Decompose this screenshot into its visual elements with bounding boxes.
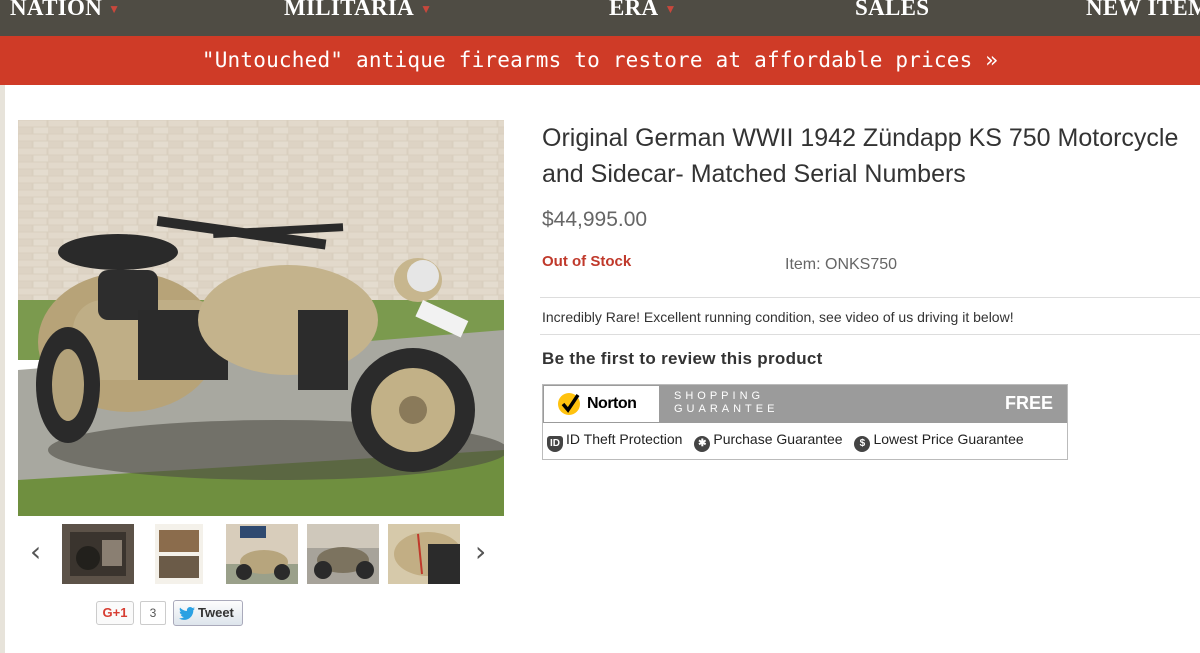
norton-feature-purchase: ✱ Purchase Guarantee <box>694 431 843 452</box>
promo-text: "Untouched" antique firearms to restore … <box>201 48 999 72</box>
caret-down-icon: ▼ <box>420 2 433 17</box>
norton-check-icon <box>558 393 580 415</box>
product-price: $44,995.00 <box>542 208 648 231</box>
stock-status: Out of Stock <box>542 253 632 270</box>
nav-item-new-items[interactable]: NEW ITEMS <box>1086 0 1200 21</box>
short-description: Incredibly Rare! Excellent running condi… <box>542 309 1014 325</box>
promo-banner[interactable]: "Untouched" antique firearms to restore … <box>0 36 1200 85</box>
caret-down-icon: ▼ <box>664 2 677 17</box>
google-plus-count: 3 <box>140 601 166 625</box>
google-plus-button[interactable]: G+1 <box>96 601 134 625</box>
nav-item-sales[interactable]: SALES <box>855 0 929 21</box>
item-number: Item: ONKS750 <box>785 256 898 273</box>
gallery-thumbnail[interactable] <box>307 524 379 584</box>
gallery-thumbnail[interactable] <box>226 524 298 584</box>
nav-item-nation[interactable]: NATION ▼ <box>10 0 120 21</box>
gear-icon: ✱ <box>694 436 711 452</box>
norton-feature-id-theft: ID ID Theft Protection <box>547 431 682 452</box>
product-title: Original German WWII 1942 Zündapp KS 750… <box>542 124 1179 188</box>
divider <box>540 297 1200 298</box>
norton-header-bar: Norton SHOPPING GUARANTEE FREE <box>543 385 1067 423</box>
caret-down-icon: ▼ <box>108 2 121 17</box>
gallery-thumbnail[interactable] <box>388 524 460 584</box>
twitter-bird-icon <box>179 607 195 620</box>
shield-icon: ID <box>547 436 563 452</box>
tweet-label: Tweet <box>198 605 234 620</box>
norton-free-label: FREE <box>1004 393 1053 413</box>
norton-logo: Norton <box>544 386 659 422</box>
product-main-image[interactable] <box>18 120 504 516</box>
top-navigation: NATION▼ MILITARIA▼ ERA▼ SALES NEW ITEMS <box>0 0 1200 36</box>
review-link[interactable]: Be the first to review this product <box>542 349 823 369</box>
gallery-thumbnail[interactable] <box>62 524 134 584</box>
dollar-icon: $ <box>854 436 871 452</box>
tweet-button[interactable]: Tweet <box>173 600 243 626</box>
gallery-next-arrow[interactable]: › <box>475 538 486 566</box>
nav-item-era[interactable]: ERA ▼ <box>609 0 677 21</box>
nav-item-militaria[interactable]: MILITARIA ▼ <box>284 0 432 21</box>
norton-shopping-guarantee-badge[interactable]: Norton SHOPPING GUARANTEE FREE ID ID Thef… <box>542 384 1068 460</box>
gallery-prev-arrow[interactable]: ‹ <box>30 538 41 566</box>
page-border <box>0 85 5 653</box>
norton-shopping-guarantee-text: SHOPPING GUARANTEE <box>674 390 779 415</box>
norton-feature-lowest-price: $ Lowest Price Guarantee <box>854 431 1024 452</box>
divider <box>540 334 1200 335</box>
norton-features: ID ID Theft Protection ✱ Purchase Guarante… <box>547 431 1032 452</box>
gallery-thumbnail[interactable] <box>155 524 203 584</box>
